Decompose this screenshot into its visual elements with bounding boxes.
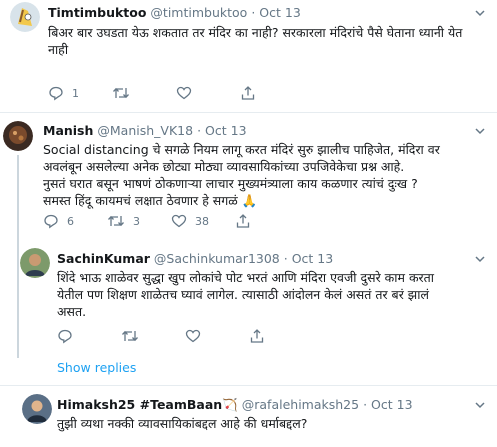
tweet-header: Manish @Manish_VK18 · Oct 13 [43, 123, 247, 139]
retweet-button[interactable]: 3 [107, 213, 171, 229]
user-name[interactable]: Manish [43, 123, 93, 138]
avatar[interactable] [3, 121, 33, 151]
like-icon [171, 214, 187, 228]
user-handle[interactable]: @rafalehimaksh25 [242, 397, 359, 412]
reply-button[interactable] [57, 328, 121, 344]
retweet-button[interactable] [112, 85, 176, 101]
reply-icon [58, 329, 72, 344]
retweet-button[interactable] [121, 328, 185, 344]
tweet-header: Himaksh25 #TeamBaan🏹 @rafalehimaksh25 · … [57, 397, 413, 413]
tweet-text-line: समस्त हिंदू कायमचं लक्षात ठेवणार हे सगळं [43, 193, 238, 208]
praying-hands-emoji: 🙏 [241, 193, 258, 208]
like-button[interactable] [185, 328, 249, 344]
chevron-down-icon[interactable] [473, 398, 487, 412]
avatar[interactable] [20, 248, 50, 278]
thread-line [17, 155, 19, 236]
user-handle[interactable]: @Manish_VK18 [97, 123, 193, 138]
like-button[interactable] [176, 85, 240, 101]
tweet-text-line: येतील पण शिक्षण शाळेतच घ्यावं लागेल. त्य… [57, 287, 429, 302]
user-name[interactable]: SachinKumar [57, 251, 150, 266]
separator-dot: · [197, 123, 202, 138]
retweet-count: 3 [133, 214, 140, 228]
like-icon [185, 329, 201, 343]
tweet-text-line: नाही [48, 42, 69, 57]
tweet-text-line: अवलंबून असलेल्या अनेक छोट्या मोठ्या व्या… [43, 159, 405, 174]
thread-line [17, 236, 19, 348]
tweet-timestamp[interactable]: Oct 13 [205, 123, 247, 138]
show-replies-link[interactable]: Show replies [57, 360, 136, 375]
user-name[interactable]: Timtimbuktoo [48, 5, 146, 20]
separator-dot: · [363, 397, 368, 412]
tweet-header: Timtimbuktoo @timtimbuktoo · Oct 13 [48, 5, 301, 21]
share-icon [241, 86, 255, 100]
tweet-text: Social distancing चे सगळे नियम लागू करत … [43, 141, 440, 209]
share-icon [250, 329, 264, 343]
avatar[interactable] [10, 2, 40, 32]
tweet-text: तुझी व्यथा नक्की व्यावसायिकांबद्दल आहे क… [57, 415, 307, 432]
avatar-image [20, 248, 50, 278]
tweet-timestamp[interactable]: Oct 13 [259, 5, 301, 20]
share-button[interactable] [235, 213, 251, 229]
tweet-timestamp[interactable]: Oct 13 [292, 251, 334, 266]
like-count: 38 [195, 214, 209, 228]
tweet-text: बिअर बार उघडता येऊ शकतात तर मंदिर का नाह… [48, 24, 462, 58]
reply-icon [44, 214, 58, 229]
tweet-header: SachinKumar @Sachinkumar1308 · Oct 13 [57, 251, 333, 267]
tweet-manish[interactable]: Manish @Manish_VK18 · Oct 13 Social dist… [0, 113, 497, 236]
tweet-actions [57, 328, 265, 344]
separator-dot: · [251, 5, 256, 20]
user-name[interactable]: Himaksh25 #TeamBaan [57, 397, 222, 412]
avatar-image [3, 121, 33, 151]
tweet-text: शिंदे भाऊ शाळेवर सुद्धा खुप लोकांचे पोट … [57, 269, 434, 320]
like-icon [176, 86, 192, 100]
reply-icon [49, 86, 63, 101]
bow-and-arrow-emoji: 🏹 [222, 397, 238, 412]
chevron-down-icon[interactable] [473, 252, 487, 266]
reply-button[interactable]: 6 [43, 213, 107, 229]
tweet-text-line: शिंदे भाऊ शाळेवर सुद्धा खुप लोकांचे पोट … [57, 270, 435, 285]
avatar[interactable] [22, 394, 52, 424]
user-handle[interactable]: @Sachinkumar1308 [154, 251, 280, 266]
tweet-timestamp[interactable]: Oct 13 [371, 397, 413, 412]
user-handle[interactable]: @timtimbuktoo [150, 5, 247, 20]
avatar-image [10, 2, 40, 32]
share-button[interactable] [240, 85, 256, 101]
tweet-timtimbuktoo[interactable]: Timtimbuktoo @timtimbuktoo · Oct 13 बिअर… [0, 0, 497, 112]
like-button[interactable]: 38 [171, 213, 235, 229]
share-icon [236, 214, 250, 228]
retweet-icon [122, 330, 138, 342]
tweet-text-line: Social distancing चे सगळे नियम लागू करत … [43, 142, 440, 157]
reply-count: 6 [67, 214, 74, 228]
tweet-text-line: तुझी व्यथा नक्की व्यावसायिकांबद्दल आहे क… [57, 416, 308, 431]
tweet-actions: 1 [48, 85, 256, 101]
chevron-down-icon[interactable] [473, 6, 487, 20]
thread-line-dotted [17, 348, 19, 358]
tweet-himaksh25[interactable]: Himaksh25 #TeamBaan🏹 @rafalehimaksh25 · … [0, 386, 497, 447]
retweet-icon [113, 87, 129, 99]
share-button[interactable] [249, 328, 265, 344]
tweet-sachinkumar[interactable]: SachinKumar @Sachinkumar1308 · Oct 13 शि… [0, 236, 497, 348]
chevron-down-icon[interactable] [473, 124, 487, 138]
separator-dot: · [283, 251, 288, 266]
tweet-text-line: असत. [57, 304, 87, 319]
tweet-actions: 6 3 38 [43, 213, 251, 229]
retweet-icon [108, 215, 124, 227]
avatar-image [22, 394, 52, 424]
tweet-text-line: बिअर बार उघडता येऊ शकतात तर मंदिर का नाह… [48, 25, 463, 40]
reply-button[interactable]: 1 [48, 85, 112, 101]
tweet-text-line: नुसतं घरात बसून भाषणं ठोकणाऱ्या लाचार मु… [43, 176, 418, 191]
reply-count: 1 [72, 86, 79, 100]
